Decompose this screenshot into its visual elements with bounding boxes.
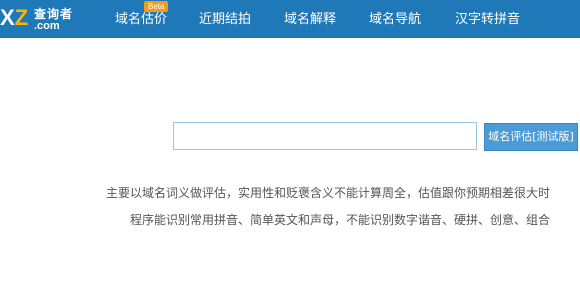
logo-mark-z: Z — [14, 5, 29, 30]
top-navigation-bar: XZ 查询者 .com 域名估价 Beta 近期结拍 域名解释 域名导航 汉字转… — [0, 0, 580, 38]
domain-evaluate-button[interactable]: 域名评估[测试版] — [484, 123, 578, 151]
description-line-1: 主要以域名词义做评估，实用性和贬褒含义不能计算周全，估值跟你预期相差很大时 — [106, 186, 551, 200]
beta-badge: Beta — [144, 1, 169, 12]
nav-item-domain-navigation[interactable]: 域名导航 — [369, 0, 421, 38]
nav-item-recent-auctions[interactable]: 近期结拍 — [199, 0, 251, 38]
logo-domain: .com — [34, 20, 60, 32]
logo-mark-icon: XZ — [0, 4, 28, 32]
description-line-2: 程序能识别常用拼音、简单英文和声母，不能识别数字谐音、硬拼、创意、组合 — [130, 213, 551, 227]
site-logo[interactable]: XZ 查询者 .com — [0, 4, 80, 34]
logo-mark-x: X — [0, 5, 15, 30]
nav-item-chinese-to-pinyin[interactable]: 汉字转拼音 — [455, 0, 520, 38]
nav-item-domain-explanation[interactable]: 域名解释 — [284, 0, 336, 38]
domain-search-input[interactable] — [173, 122, 477, 150]
